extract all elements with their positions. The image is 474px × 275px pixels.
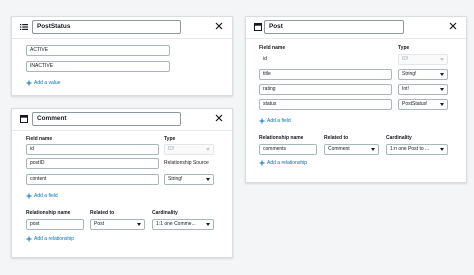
add-field-label: Add a field [34, 193, 58, 199]
chevron-down-icon [440, 88, 444, 91]
field-name-header: Field name [26, 136, 53, 142]
add-field-button[interactable]: Add a field [26, 193, 58, 199]
type-header: Type [398, 45, 410, 51]
related-to-header: Related to [324, 135, 349, 141]
chevron-down-icon [440, 103, 444, 106]
relationship-name-header: Relationship name [259, 135, 304, 141]
type-header: Type [164, 136, 176, 142]
cardinality-select[interactable]: 1:n one Post to ... [386, 144, 448, 155]
plus-icon [259, 118, 265, 124]
model-card-comment: Comment Field name Type id ID! postID Re… [11, 108, 233, 258]
chevron-down-icon [137, 223, 141, 226]
chevron-down-icon [206, 148, 210, 151]
field-type-select: ID! [164, 144, 214, 155]
add-field-label: Add a field [267, 118, 291, 124]
field-type-value: ID! [168, 146, 175, 152]
field-type-value: ID! [402, 56, 409, 62]
field-type-select[interactable]: String! [398, 69, 448, 80]
card-header: Comment [12, 109, 232, 131]
field-name-input[interactable]: postID [26, 158, 159, 169]
model-name-input[interactable]: Comment [32, 112, 181, 126]
chevron-down-icon [206, 178, 210, 181]
related-to-header: Related to [90, 210, 115, 216]
field-name-input[interactable]: rating [259, 84, 392, 95]
chevron-down-icon [371, 148, 375, 151]
related-to-select[interactable]: Post [90, 219, 145, 230]
model-table-icon [20, 115, 28, 123]
enum-value-input[interactable]: INACTIVE [26, 61, 170, 72]
field-type-select[interactable]: String! [164, 174, 214, 185]
relationship-name-header: Relationship name [26, 210, 71, 216]
plus-icon [259, 160, 265, 166]
relationship-source-text: Relationship Source [164, 160, 209, 166]
field-name-input[interactable]: id [259, 54, 392, 65]
cardinality-header: Cardinality [386, 135, 412, 141]
field-type-value: PostStatus! [402, 101, 428, 107]
add-value-label: Add a value [34, 80, 61, 86]
add-relationship-button[interactable]: Add a relationship [26, 236, 74, 242]
plus-icon [26, 193, 32, 199]
chevron-down-icon [440, 73, 444, 76]
field-name-input[interactable]: status [259, 99, 392, 110]
model-table-icon [254, 23, 262, 31]
close-icon[interactable] [214, 113, 224, 123]
related-to-value: Comment [328, 146, 350, 152]
enum-name-input[interactable]: PostStatus [32, 20, 181, 34]
chevron-down-icon [440, 58, 444, 61]
cardinality-select[interactable]: 1:1 one Comme... [152, 219, 214, 230]
field-name-input[interactable]: title [259, 69, 392, 80]
enum-value-input[interactable]: ACTIVE [26, 45, 170, 56]
chevron-down-icon [440, 148, 444, 151]
cardinality-value: 1:1 one Comme... [156, 221, 196, 227]
field-type-select: ID! [398, 54, 448, 65]
field-type-value: String! [168, 176, 183, 182]
close-icon[interactable] [214, 21, 224, 31]
cardinality-header: Cardinality [152, 210, 178, 216]
field-type-value: String! [402, 71, 417, 77]
field-type-value: Int! [402, 86, 409, 92]
card-header: PostStatus [12, 17, 232, 39]
plus-icon [26, 236, 32, 242]
field-name-input[interactable]: id [26, 144, 159, 155]
relationship-name-input[interactable]: post [26, 219, 84, 230]
related-to-select[interactable]: Comment [324, 144, 379, 155]
chevron-down-icon [206, 223, 210, 226]
add-relationship-button[interactable]: Add a relationship [259, 160, 307, 166]
close-icon[interactable] [448, 21, 458, 31]
enum-card-poststatus: PostStatus ACTIVE INACTIVE Add a value [11, 16, 233, 96]
model-name-input[interactable]: Post [264, 20, 404, 34]
related-to-value: Post [94, 221, 105, 227]
field-name-input[interactable]: content [26, 174, 159, 185]
model-card-post: Post Field name Type id ID! title String… [245, 16, 467, 183]
add-value-button[interactable]: Add a value [26, 80, 60, 86]
field-name-header: Field name [259, 45, 286, 51]
field-type-select[interactable]: PostStatus! [398, 99, 448, 110]
cardinality-value: 1:n one Post to ... [390, 146, 430, 152]
relationship-name-input[interactable]: comments [259, 144, 317, 155]
add-relationship-label: Add a relationship [34, 236, 75, 242]
enum-list-icon [20, 24, 28, 30]
add-relationship-label: Add a relationship [267, 160, 308, 166]
add-field-button[interactable]: Add a field [259, 118, 291, 124]
field-type-select[interactable]: Int! [398, 84, 448, 95]
card-header: Post [246, 17, 466, 39]
plus-icon [26, 80, 32, 86]
